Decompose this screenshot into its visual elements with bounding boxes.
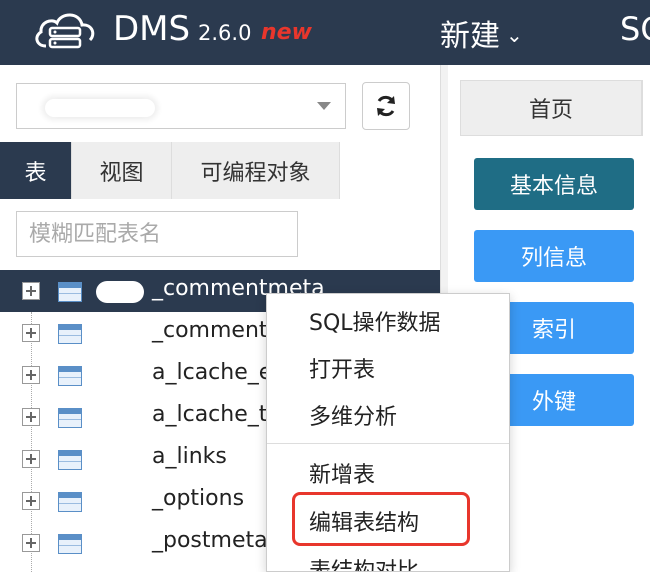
basic-info-button[interactable]: 基本信息 bbox=[474, 158, 634, 210]
menu-sql[interactable]: SQ bbox=[620, 10, 650, 48]
tree-expand-icon[interactable] bbox=[22, 450, 40, 468]
redacted-prefix bbox=[96, 323, 144, 345]
table-icon bbox=[58, 324, 82, 344]
dropdown-caret-icon bbox=[317, 102, 331, 110]
tab-tables[interactable]: 表 bbox=[0, 142, 72, 199]
tree-expand-icon[interactable] bbox=[22, 534, 40, 552]
menu-new[interactable]: 新建 ⌄ bbox=[440, 11, 523, 55]
cloud-server-logo-icon[interactable] bbox=[32, 8, 98, 56]
redacted-prefix bbox=[96, 365, 144, 387]
refresh-icon bbox=[377, 95, 395, 117]
menu-new-label: 新建 bbox=[440, 19, 500, 54]
table-search-input[interactable] bbox=[16, 211, 298, 257]
tree-expand-icon[interactable] bbox=[22, 492, 40, 510]
tree-expand-icon[interactable] bbox=[22, 408, 40, 426]
top-navbar: DMS 2.6.0 new 新建⌄ SQ bbox=[0, 0, 650, 65]
tab-home[interactable]: 首页 bbox=[460, 80, 642, 136]
brand-name: DMS bbox=[113, 9, 191, 49]
chevron-down-icon: ⌄ bbox=[506, 23, 523, 47]
table-name: _options bbox=[152, 486, 245, 511]
refresh-button[interactable] bbox=[362, 82, 410, 130]
menu-item-sql-data[interactable]: SQL操作数据 bbox=[267, 298, 509, 344]
table-icon bbox=[58, 492, 82, 512]
tree-expand-icon[interactable] bbox=[22, 282, 40, 300]
redacted-prefix bbox=[96, 449, 144, 471]
tab-edge bbox=[642, 80, 650, 136]
menu-divider bbox=[267, 443, 509, 444]
table-name: _comments bbox=[152, 318, 279, 343]
table-icon bbox=[58, 408, 82, 428]
database-select[interactable] bbox=[16, 83, 346, 129]
menu-item-compare-table-structure[interactable]: 表结构对比 bbox=[267, 546, 509, 571]
tab-programmable-objects[interactable]: 可编程对象 bbox=[172, 142, 340, 199]
table-name: _postmeta bbox=[152, 528, 268, 553]
highlight-annotation bbox=[292, 492, 470, 546]
database-name-redacted bbox=[45, 99, 155, 117]
redacted-prefix bbox=[96, 281, 144, 303]
version-label: 2.6.0 bbox=[198, 21, 252, 45]
tab-views[interactable]: 视图 bbox=[72, 142, 172, 199]
menu-item-new-table[interactable]: 新增表 bbox=[267, 450, 509, 496]
table-icon bbox=[58, 366, 82, 386]
menu-item-open-table[interactable]: 打开表 bbox=[267, 345, 509, 391]
tree-expand-icon[interactable] bbox=[22, 324, 40, 342]
table-icon bbox=[58, 534, 82, 554]
new-badge: new bbox=[261, 20, 312, 45]
table-icon bbox=[58, 450, 82, 470]
redacted-prefix bbox=[96, 533, 144, 555]
column-info-button[interactable]: 列信息 bbox=[474, 230, 634, 282]
redacted-prefix bbox=[96, 407, 144, 429]
table-name: a_links bbox=[152, 444, 227, 469]
menu-item-multidimensional-analysis[interactable]: 多维分析 bbox=[267, 392, 509, 438]
tree-expand-icon[interactable] bbox=[22, 366, 40, 384]
table-icon bbox=[58, 282, 82, 302]
redacted-prefix bbox=[96, 491, 144, 513]
